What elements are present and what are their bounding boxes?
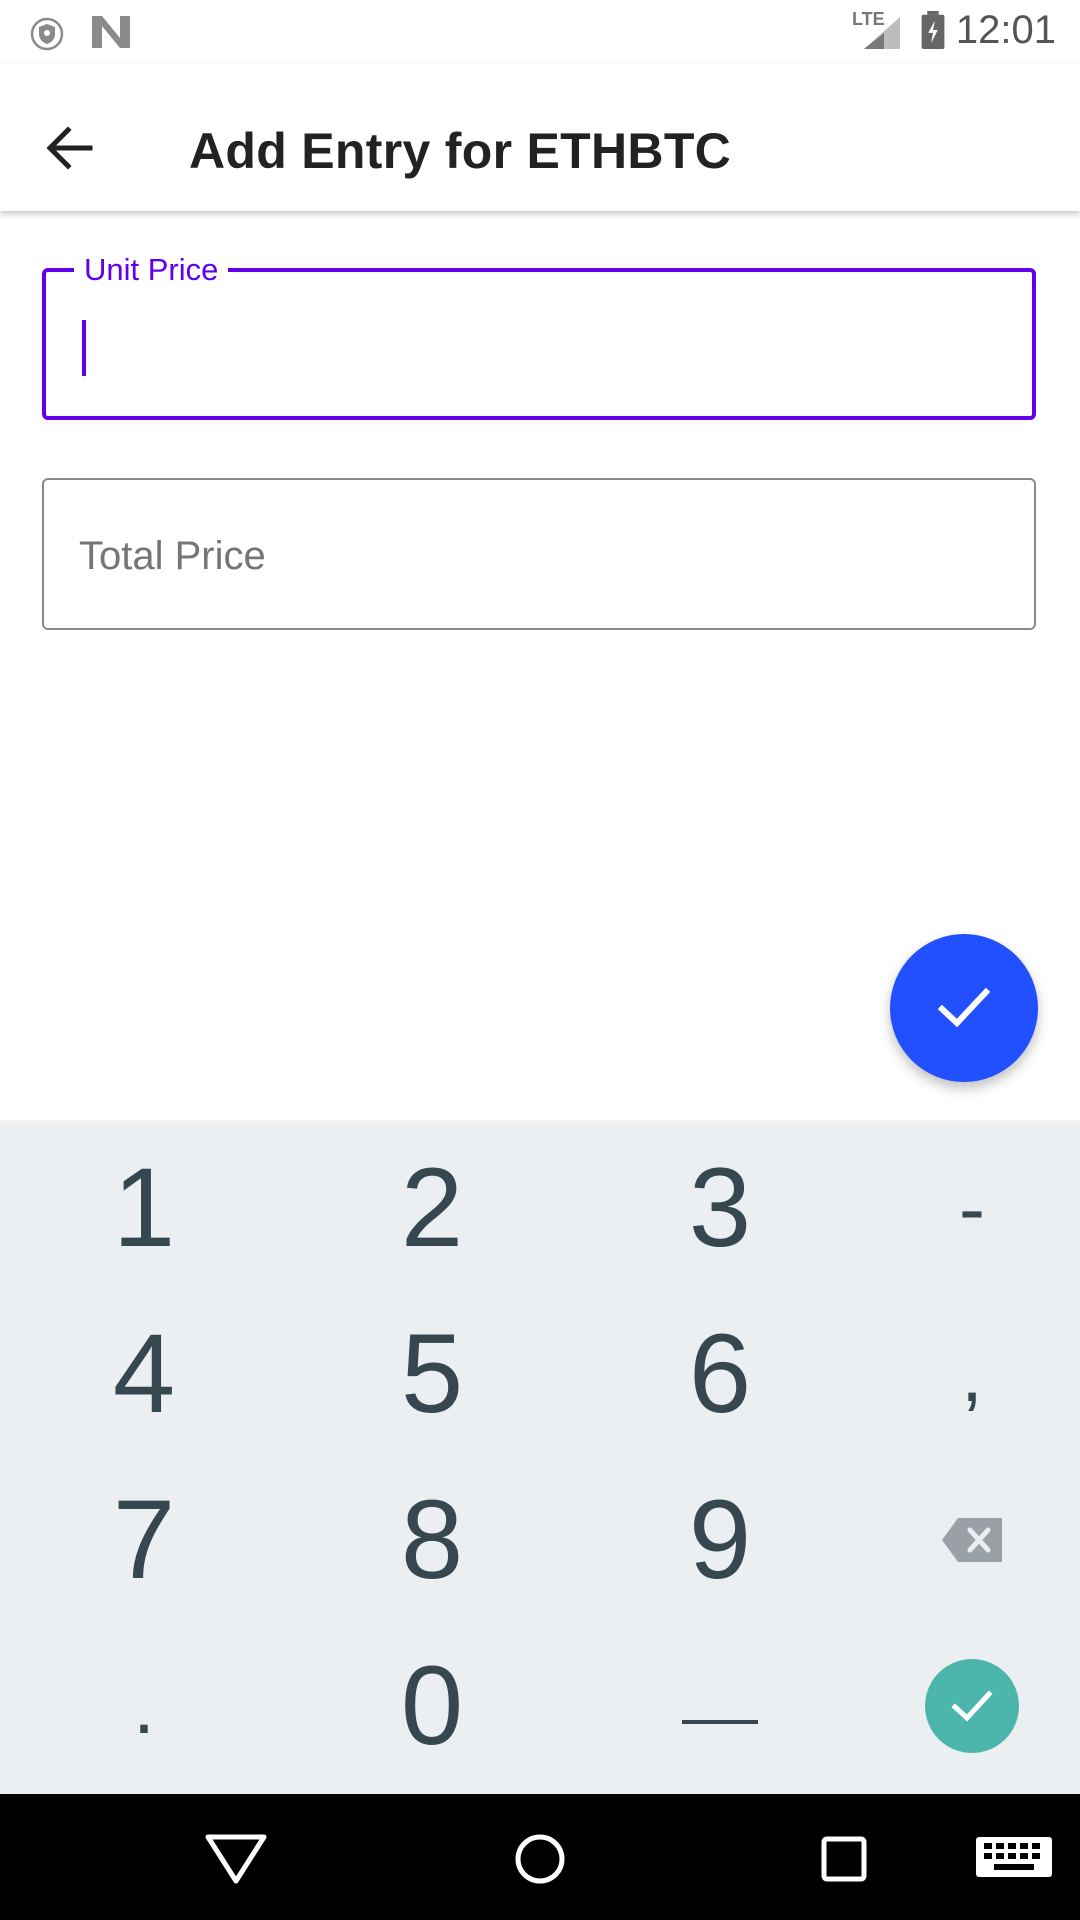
home-circle-icon <box>515 1834 565 1884</box>
page-title: Add Entry for ETHBTC <box>189 123 732 179</box>
total-price-placeholder: Total Price <box>79 534 266 578</box>
n-logo-icon <box>92 16 130 48</box>
unit-price-field[interactable]: Unit Price <box>42 250 1036 420</box>
key-3[interactable]: 3 <box>585 1126 855 1290</box>
backspace-icon <box>942 1518 1002 1562</box>
nav-recents-button[interactable] <box>806 1819 882 1895</box>
backspace-key[interactable] <box>837 1458 1080 1622</box>
key-2[interactable]: 2 <box>297 1126 567 1290</box>
nav-back-button[interactable] <box>198 1819 274 1895</box>
text-cursor <box>82 320 86 376</box>
space-bar-icon <box>682 1720 758 1724</box>
recents-square-icon <box>821 1836 867 1882</box>
nav-keyboard-button[interactable] <box>964 1819 1064 1895</box>
key-1[interactable]: 1 <box>9 1126 279 1290</box>
check-icon <box>937 987 991 1028</box>
key-4[interactable]: 4 <box>9 1292 279 1456</box>
numeric-keyboard: 1 2 3 - 4 5 6 , 7 8 9 . 0 <box>0 1120 1080 1794</box>
key-decimal[interactable]: . <box>9 1624 279 1788</box>
status-time: 12:01 <box>955 8 1056 52</box>
navigation-bar <box>0 1794 1080 1920</box>
arrow-back-icon <box>46 126 93 170</box>
key-7[interactable]: 7 <box>9 1458 279 1622</box>
enter-key[interactable] <box>837 1624 1080 1788</box>
battery-charging-icon <box>921 11 945 49</box>
vpn-shield-icon <box>30 17 64 51</box>
unit-price-label: Unit Price <box>74 250 229 290</box>
key-9[interactable]: 9 <box>585 1458 855 1622</box>
key-minus[interactable]: - <box>837 1126 1080 1290</box>
confirm-fab-button[interactable] <box>890 934 1038 1082</box>
key-5[interactable]: 5 <box>297 1292 567 1456</box>
enter-key-circle <box>925 1659 1019 1753</box>
check-icon <box>951 1690 993 1722</box>
key-space[interactable] <box>585 1624 855 1788</box>
keyboard-icon <box>976 1837 1052 1877</box>
key-0[interactable]: 0 <box>297 1624 567 1788</box>
key-8[interactable]: 8 <box>297 1458 567 1622</box>
total-price-field[interactable]: Total Price <box>42 478 1036 630</box>
signal-icon <box>864 17 900 49</box>
back-button[interactable] <box>28 103 118 193</box>
nav-home-button[interactable] <box>502 1819 578 1895</box>
back-triangle-icon <box>205 1834 267 1884</box>
key-comma[interactable]: , <box>837 1292 1080 1456</box>
status-bar: LTE 12:01 <box>0 0 1080 63</box>
app-bar: Add Entry for ETHBTC <box>0 63 1080 211</box>
key-6[interactable]: 6 <box>585 1292 855 1456</box>
